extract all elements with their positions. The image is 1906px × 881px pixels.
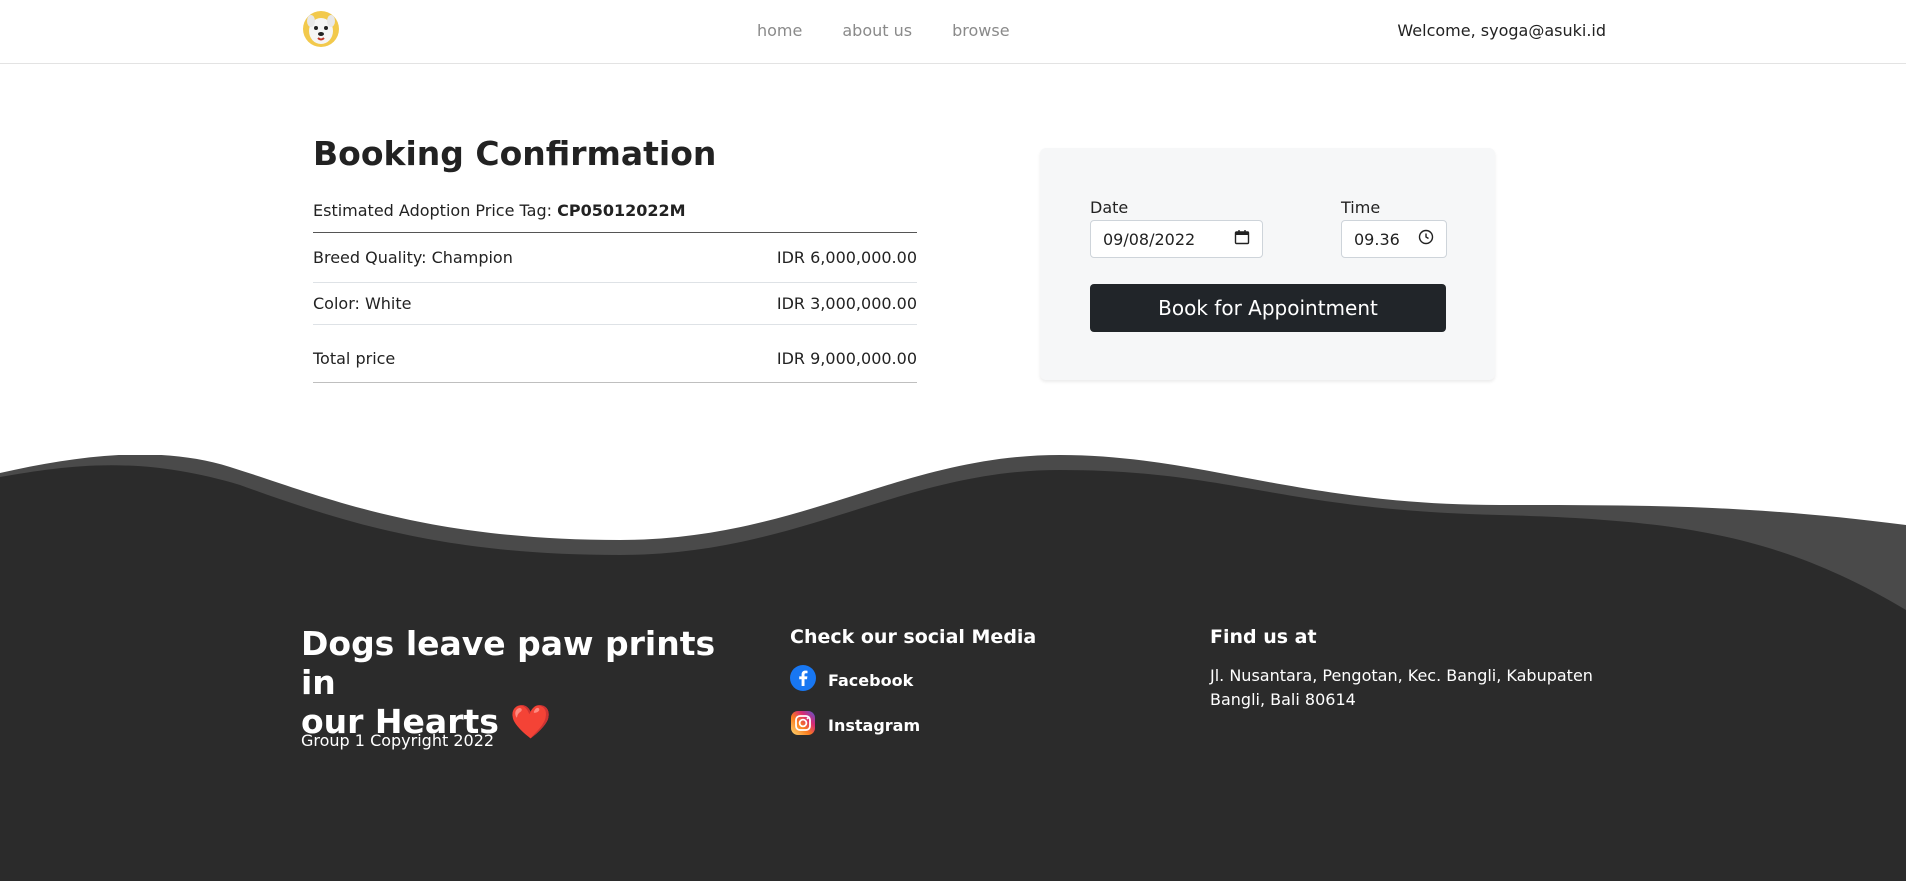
facebook-label: Facebook <box>828 670 914 690</box>
price-row-label: Breed Quality: Champion <box>313 248 513 267</box>
date-input[interactable]: 09/08/2022 <box>1090 220 1263 258</box>
footer-background <box>0 455 1906 881</box>
facebook-icon <box>790 665 816 695</box>
date-label: Date <box>1090 198 1129 217</box>
clock-icon[interactable] <box>1418 229 1434 249</box>
price-row: Breed Quality: Champion IDR 6,000,000.00 <box>313 233 917 283</box>
nav-home-link[interactable]: home <box>757 21 802 40</box>
price-tag: Estimated Adoption Price Tag: CP05012022… <box>313 201 917 233</box>
date-value: 09/08/2022 <box>1103 229 1196 249</box>
copyright-text: Group 1 Copyright 2022 <box>301 731 495 750</box>
time-label: Time <box>1341 198 1381 217</box>
nav-browse-link[interactable]: browse <box>952 21 1009 40</box>
footer-heading: Dogs leave paw prints in our Hearts ❤️ <box>301 624 721 741</box>
welcome-user[interactable]: Welcome, syoga@asuki.id <box>1397 21 1606 40</box>
facebook-link[interactable]: Facebook <box>790 665 913 695</box>
price-row-value: IDR 3,000,000.00 <box>776 294 917 313</box>
total-label: Total price <box>313 349 396 368</box>
price-table: Breed Quality: Champion IDR 6,000,000.00… <box>313 233 917 383</box>
page-title: Booking Confirmation <box>313 134 717 173</box>
price-row-value: IDR 6,000,000.00 <box>776 248 917 267</box>
calendar-icon[interactable] <box>1234 229 1250 249</box>
total-value: IDR 9,000,000.00 <box>776 349 917 368</box>
time-input[interactable]: 09.36 <box>1341 220 1447 258</box>
price-tag-code: CP05012022M <box>557 201 686 220</box>
find-us-title: Find us at <box>1210 626 1317 648</box>
instagram-link[interactable]: Instagram <box>790 710 920 740</box>
total-row: Total price IDR 9,000,000.00 <box>313 325 917 383</box>
heart-icon: ❤️ <box>510 702 552 741</box>
instagram-label: Instagram <box>828 715 921 735</box>
social-title: Check our social Media <box>790 626 1037 648</box>
time-value: 09.36 <box>1354 229 1400 249</box>
address-text: Jl. Nusantara, Pengotan, Kec. Bangli, Ka… <box>1210 666 1593 709</box>
nav-links: home about us browse <box>757 21 1010 40</box>
price-row-label: Color: White <box>313 294 412 313</box>
book-appointment-button[interactable]: Book for Appointment <box>1090 284 1446 332</box>
footer-heading-line1: Dogs leave paw prints in <box>301 624 716 702</box>
nav-about-link[interactable]: about us <box>842 21 912 40</box>
price-tag-label: Estimated Adoption Price Tag: <box>313 201 553 220</box>
price-row: Color: White IDR 3,000,000.00 <box>313 283 917 325</box>
dog-logo-icon[interactable] <box>302 10 340 48</box>
appointment-card: Date 09/08/2022 Time 09.36 Book for Appo… <box>1040 148 1495 380</box>
instagram-icon <box>790 710 816 740</box>
navbar: home about us browse Welcome, syoga@asuk… <box>0 0 1906 64</box>
